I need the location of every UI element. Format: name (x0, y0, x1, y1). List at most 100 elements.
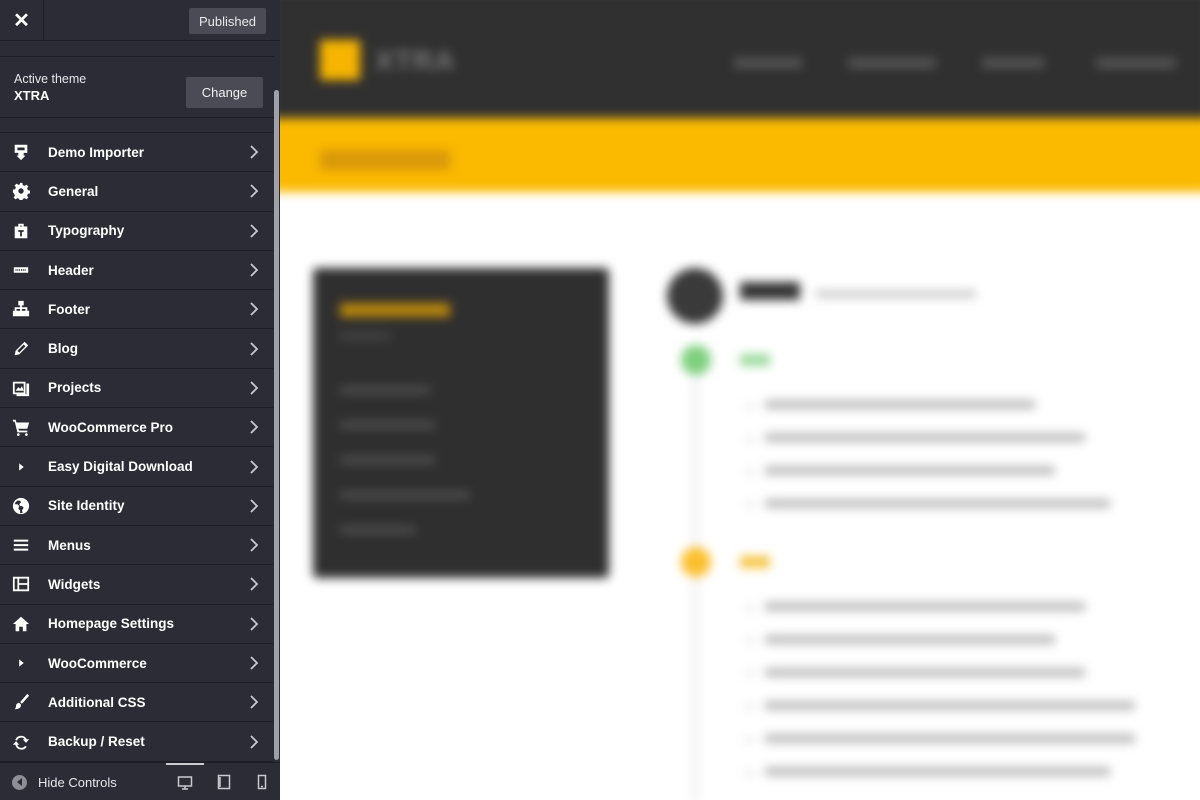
menu-item-label: Easy Digital Download (48, 459, 193, 475)
close-customizer-button[interactable]: ✕ (0, 0, 44, 41)
menu-item-label: WooCommerce Pro (48, 419, 174, 435)
preview-text-line (765, 499, 1110, 508)
collapse-arrow-icon (12, 774, 27, 790)
menu-item-label: Projects (48, 380, 102, 396)
preview-card-sub (340, 333, 390, 339)
menu-item-label: Header (48, 262, 94, 278)
menu-item-easy-digital-download[interactable]: Easy Digital Download (0, 447, 273, 487)
close-icon: ✕ (13, 10, 30, 32)
chevron-right-icon (249, 145, 259, 159)
menu-item-label: WooCommerce (48, 655, 147, 671)
menu-item-label: Site Identity (48, 498, 125, 514)
blurred-site-content: XTRA (280, 0, 1200, 800)
menu-item-label: Widgets (48, 576, 101, 592)
menu-item-typography[interactable]: Typography (0, 212, 273, 251)
menu-item-label: Menus (48, 537, 91, 553)
menu-item-label: General (48, 183, 99, 199)
preview-bullet (746, 405, 754, 407)
preview-text-line (765, 602, 1085, 611)
menu-item-backup-reset[interactable]: Backup / Reset (0, 722, 273, 762)
site-preview[interactable]: XTRA (280, 0, 1200, 800)
published-button[interactable]: Published (189, 8, 266, 34)
preview-desktop-button[interactable] (166, 763, 204, 800)
chevron-right-icon (249, 184, 259, 199)
preview-timeline-dot-green (681, 345, 711, 375)
preview-text-line (765, 767, 1110, 776)
change-theme-button[interactable]: Change (186, 77, 263, 108)
menu-item-additional-css[interactable]: Additional CSS (0, 683, 273, 723)
preview-nav-item (1096, 58, 1176, 68)
menu-item-general[interactable]: General (0, 172, 273, 212)
hamburger-menu-icon (11, 535, 31, 555)
chevron-right-icon (249, 695, 259, 709)
header-icon (11, 260, 31, 280)
menu-item-blog[interactable]: Blog (0, 329, 273, 369)
menu-item-projects[interactable]: Projects (0, 369, 273, 409)
chevron-right-icon (249, 420, 259, 434)
customizer-footer: Hide Controls (0, 762, 280, 800)
chevron-right-icon (249, 538, 259, 552)
preview-text-line (765, 400, 1035, 409)
menu-item-menus[interactable]: Menus (0, 526, 273, 566)
menu-item-header[interactable]: Header (0, 251, 273, 291)
preview-card-line (340, 387, 430, 393)
preview-bullet (746, 438, 754, 440)
menu-item-label: Backup / Reset (48, 734, 145, 750)
chevron-right-icon (249, 499, 259, 513)
menu-item-footer[interactable]: Footer (0, 290, 273, 330)
pencil-icon (11, 339, 31, 359)
chevron-right-icon (249, 224, 259, 238)
preview-card-line (340, 527, 415, 533)
preview-tablet-button[interactable] (205, 763, 243, 800)
preview-avatar (667, 268, 723, 324)
chevron-right-icon (249, 577, 259, 592)
chevron-right-icon (249, 734, 259, 749)
chevron-right-icon (249, 263, 259, 277)
menu-item-demo-importer[interactable]: Demo Importer (0, 133, 273, 173)
preview-card-line (340, 457, 435, 463)
chevron-right-icon (249, 341, 259, 356)
preview-author-meta (816, 290, 976, 298)
home-icon (11, 614, 31, 634)
menu-item-label: Additional CSS (48, 694, 146, 710)
sidebar-scrollbar[interactable] (274, 90, 279, 760)
menu-item-widgets[interactable]: Widgets (0, 565, 273, 605)
menu-item-woocommerce-pro[interactable]: WooCommerce Pro (0, 408, 273, 448)
font-icon (11, 221, 31, 241)
preview-mobile-button[interactable] (243, 763, 281, 800)
gear-icon (11, 181, 31, 201)
customizer-menu: Demo Importer General Typography Header (0, 132, 273, 762)
preview-bullet (746, 607, 754, 609)
chevron-right-icon (249, 381, 259, 395)
preview-tag (740, 556, 770, 568)
active-theme-panel: Active theme XTRA Change (0, 56, 274, 118)
menu-item-label: Typography (48, 223, 125, 239)
preview-bullet (746, 673, 754, 675)
chevron-right-icon (249, 302, 259, 316)
desktop-icon (177, 776, 193, 790)
preview-bullet (746, 640, 754, 642)
menu-item-label: Homepage Settings (48, 616, 175, 632)
preview-nav-item (982, 58, 1044, 68)
hide-controls-label: Hide Controls (38, 774, 117, 790)
portfolio-icon (11, 378, 31, 398)
chevron-right-icon (249, 656, 259, 670)
menu-item-woocommerce[interactable]: WooCommerce (0, 644, 273, 684)
menu-item-homepage-settings[interactable]: Homepage Settings (0, 605, 273, 644)
menu-item-site-identity[interactable]: Site Identity (0, 487, 273, 526)
preview-card-title (340, 303, 450, 317)
preview-tag (740, 354, 770, 366)
preview-author (740, 282, 800, 300)
preview-logo-text: XTRA (375, 45, 456, 76)
preview-text-line (765, 635, 1055, 644)
preview-bullet (746, 471, 754, 473)
sitemap-icon (11, 299, 31, 319)
menu-item-label: Demo Importer (48, 144, 145, 160)
hide-controls-button[interactable]: Hide Controls (12, 763, 117, 800)
download-icon (11, 142, 31, 162)
cart-icon (11, 417, 31, 437)
active-theme-label: Active theme (14, 72, 87, 86)
preview-text-line (765, 734, 1135, 743)
widgets-icon (11, 574, 31, 594)
preview-text-line (765, 701, 1135, 710)
